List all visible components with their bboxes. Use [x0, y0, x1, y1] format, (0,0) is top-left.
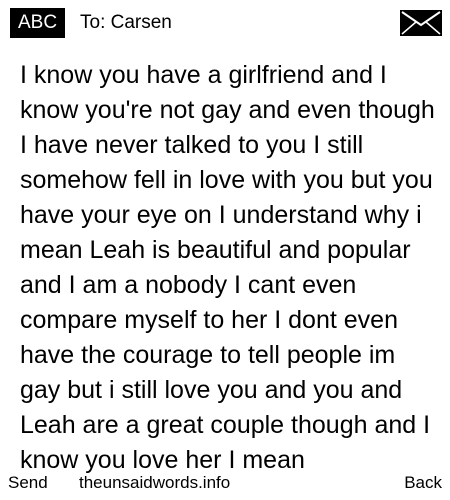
watermark-text: theunsaidwords.info — [79, 473, 231, 492]
back-softkey[interactable]: Back — [404, 472, 442, 494]
input-mode-badge: ABC — [10, 8, 66, 38]
message-body[interactable]: I know you have a girlfriend and I know … — [20, 58, 436, 478]
header: ABC To: Carsen — [0, 0, 450, 46]
softkey-bar: Send theunsaidwords.info Back — [0, 472, 450, 500]
envelope-icon — [400, 10, 442, 36]
send-softkey[interactable]: Send — [8, 472, 48, 494]
recipient-field[interactable]: To: Carsen — [80, 9, 172, 37]
